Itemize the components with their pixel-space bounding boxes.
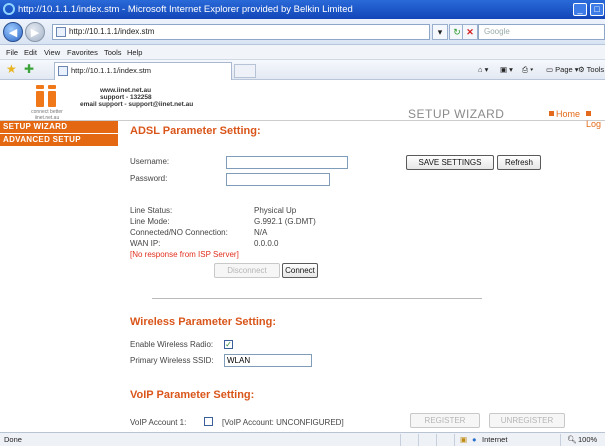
sidebar-item-setup-wizard[interactable]: SETUP WIZARD (0, 121, 118, 133)
main-content: ADSL Parameter Setting: Username: Passwo… (118, 121, 605, 432)
home-link[interactable]: Home (549, 109, 580, 119)
page-icon (56, 27, 66, 37)
minimize-button[interactable]: _ (573, 3, 587, 16)
status-label-wan-ip: WAN IP: (130, 239, 161, 248)
unregister-button[interactable]: UNREGISTER (489, 413, 565, 428)
status-text: Done (4, 435, 22, 444)
stop-icon[interactable]: ✕ (462, 24, 478, 40)
ssid-input[interactable] (224, 354, 312, 367)
window-title: http://10.1.1.1/index.stm - Microsoft In… (18, 4, 353, 15)
favorites-star-icon[interactable]: ★ (6, 62, 17, 76)
voip-heading: VoIP Parameter Setting: (130, 389, 255, 401)
connect-button[interactable]: Connect (282, 263, 318, 278)
menu-favorites[interactable]: Favorites (67, 45, 98, 60)
password-label: Password: (130, 174, 168, 183)
save-settings-button[interactable]: SAVE SETTINGS (406, 155, 494, 170)
sidebar: SETUP WIZARD ADVANCED SETUP (0, 121, 118, 432)
register-button[interactable]: REGISTER (410, 413, 480, 428)
tab-current[interactable]: http://10.1.1.1/index.stm (54, 62, 232, 80)
menu-file[interactable]: File (6, 45, 18, 60)
password-input[interactable] (226, 173, 330, 186)
username-label: Username: (130, 157, 170, 166)
address-dropdown-button[interactable]: ▾ (432, 24, 448, 40)
ie-logo-icon (3, 3, 15, 15)
page-title: SETUP WIZARD (408, 107, 505, 121)
voip-account-checkbox[interactable] (204, 417, 213, 426)
window-title-bar: http://10.1.1.1/index.stm - Microsoft In… (0, 0, 605, 19)
status-value-wan-ip: 0.0.0.0 (254, 239, 279, 248)
adsl-heading: ADSL Parameter Setting: (130, 125, 261, 137)
username-input[interactable] (226, 156, 348, 169)
page-icon (58, 66, 68, 76)
status-value-line-status: Physical Up (254, 206, 297, 215)
status-label-line-mode: Line Mode: (130, 217, 170, 226)
zoom-level[interactable]: 100% (578, 433, 597, 446)
status-label-connection: Connected/NO Connection: (130, 228, 228, 237)
search-input[interactable]: Google (478, 24, 605, 40)
enable-wireless-checkbox[interactable]: ✓ (224, 340, 233, 349)
section-divider (152, 298, 482, 299)
wireless-heading: Wireless Parameter Setting: (130, 316, 277, 328)
menu-bar: File Edit View Favorites Tools Help (0, 45, 605, 60)
tools-menu[interactable]: ⚙ Tools (578, 62, 604, 78)
forward-button[interactable]: ▶ (25, 22, 45, 42)
internet-zone-icon: ● (472, 435, 477, 444)
tab-toolbar: ★ ✚ http://10.1.1.1/index.stm ⌂ ▾ ▣ ▾ ⎙ … (0, 60, 605, 80)
menu-help[interactable]: Help (127, 45, 142, 60)
site-header: connect better iinet.net.au www.iinet.ne… (0, 81, 605, 129)
logo-tagline: connect better iinet.net.au (31, 109, 63, 121)
status-bar: Done ▣ ● Internet 🔍︎ 100% (0, 432, 605, 446)
feeds-icon[interactable]: ▣ ▾ (500, 62, 513, 78)
status-label-line-status: Line Status: (130, 206, 173, 215)
back-button[interactable]: ◀ (3, 22, 23, 42)
disconnect-button[interactable]: Disconnect (214, 263, 280, 278)
maximize-button[interactable]: □ (590, 3, 604, 16)
menu-view[interactable]: View (44, 45, 60, 60)
address-toolbar: ◀ ▶ http://10.1.1.1/index.stm ▾ ↻ ✕ Goog… (0, 19, 605, 45)
refresh-button[interactable]: Refresh (497, 155, 541, 170)
print-icon[interactable]: ⎙ ▾ (522, 62, 533, 78)
voip-account-label: VoIP Account 1: (130, 418, 187, 427)
status-value-line-mode: G.992.1 (G.DMT) (254, 217, 316, 226)
status-value-connection: N/A (254, 228, 268, 237)
connection-error-message: [No response from ISP Server] (130, 250, 239, 259)
address-field[interactable]: http://10.1.1.1/index.stm (52, 24, 430, 40)
contact-info: www.iinet.net.au support - 132258 email … (80, 87, 194, 108)
sidebar-item-advanced-setup[interactable]: ADVANCED SETUP (0, 134, 118, 146)
enable-wireless-label: Enable Wireless Radio: (130, 340, 214, 349)
web-page: connect better iinet.net.au www.iinet.ne… (0, 81, 605, 432)
voip-account-status: [VoIP Account: UNCONFIGURED] (222, 418, 344, 427)
protected-mode-icon: ▣ (460, 435, 468, 444)
menu-tools[interactable]: Tools (104, 45, 122, 60)
add-favorite-icon[interactable]: ✚ (24, 62, 34, 76)
menu-edit[interactable]: Edit (24, 45, 37, 60)
zoom-icon[interactable]: 🔍︎ (567, 433, 577, 446)
page-menu[interactable]: ▭ Page ▾ (546, 62, 579, 78)
new-tab-button[interactable] (234, 64, 256, 78)
ssid-label: Primary Wireless SSID: (130, 356, 214, 365)
zone-label: Internet (482, 435, 508, 444)
home-icon[interactable]: ⌂ ▾ (478, 62, 488, 78)
